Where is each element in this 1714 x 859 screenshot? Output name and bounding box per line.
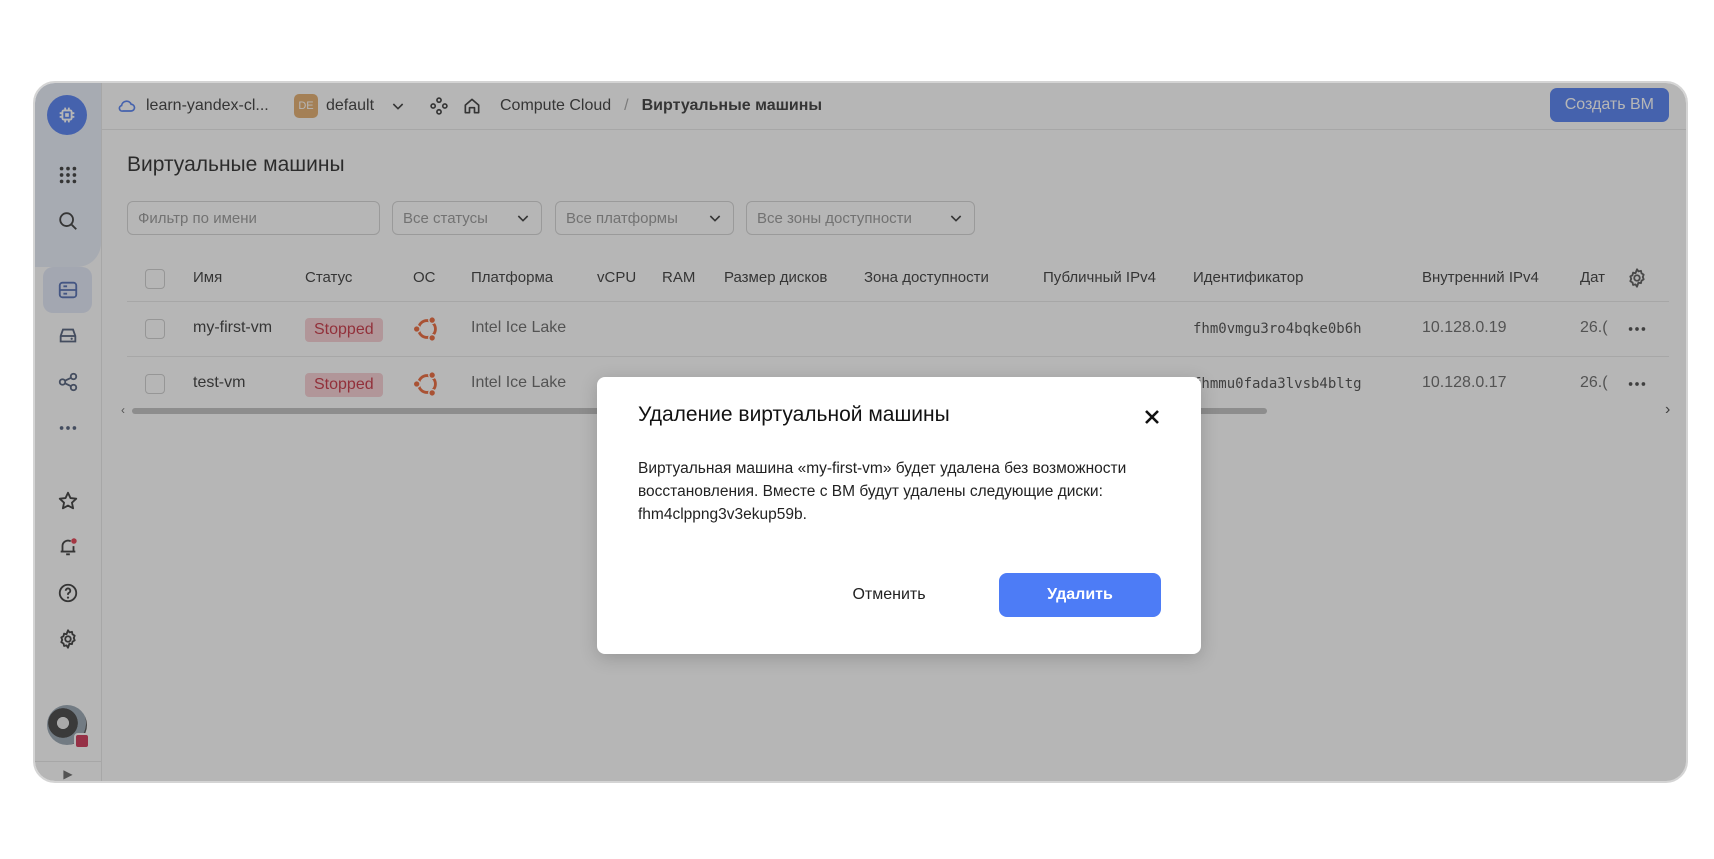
app-window: ▶ learn-yandex-cl... DE default Compute … [33, 81, 1688, 783]
delete-vm-dialog: Удаление виртуальной машины Виртуальная … [597, 377, 1201, 654]
dialog-message-line: fhm4clppng3v3ekup59b. [638, 506, 807, 523]
cancel-button[interactable]: Отменить [817, 573, 961, 617]
delete-button[interactable]: Удалить [999, 573, 1161, 617]
dialog-message-line: восстановления. Вместе с ВМ будут удален… [638, 483, 1103, 500]
dialog-title: Удаление виртуальной машины [638, 403, 950, 426]
dialog-message-line: Виртуальная машина «my-first-vm» будет у… [638, 460, 1127, 477]
close-icon[interactable] [1140, 405, 1164, 429]
dialog-message: Виртуальная машина «my-first-vm» будет у… [638, 457, 1168, 526]
